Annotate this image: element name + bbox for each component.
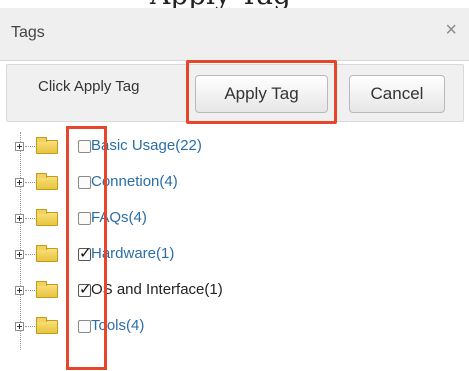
expand-plus-icon[interactable] [15, 214, 24, 223]
folder-icon [36, 137, 58, 154]
expand-plus-icon[interactable] [15, 142, 24, 151]
folder-icon [36, 209, 58, 226]
checkbox-highlight-box [66, 126, 107, 370]
top-cut-text: Apply Tag [150, 0, 291, 8]
apply-tag-highlight-box [186, 60, 337, 124]
expand-plus-icon[interactable] [15, 178, 24, 187]
tree-branch-line [25, 326, 35, 327]
expand-plus-icon[interactable] [15, 250, 24, 259]
close-icon[interactable]: × [445, 20, 457, 40]
folder-icon [36, 173, 58, 190]
expand-plus-icon[interactable] [15, 322, 24, 331]
folder-icon [36, 281, 58, 298]
dialog-title: Tags [11, 24, 45, 41]
cancel-button[interactable]: Cancel [349, 75, 445, 113]
folder-icon [36, 245, 58, 262]
instruction-text: Click Apply Tag [38, 78, 140, 95]
folder-icon [36, 317, 58, 334]
tree-branch-line [25, 254, 35, 255]
tree-branch-line [25, 218, 35, 219]
tree-branch-line [25, 146, 35, 147]
tag-label[interactable]: OS and Interface(1) [91, 281, 223, 298]
dialog-header: Tags × [0, 8, 469, 61]
expand-plus-icon[interactable] [15, 286, 24, 295]
tree-branch-line [25, 182, 35, 183]
top-cut-text-strip: Apply Tag [0, 0, 469, 8]
tag-label[interactable]: Basic Usage(22) [91, 137, 202, 154]
tree-branch-line [25, 290, 35, 291]
